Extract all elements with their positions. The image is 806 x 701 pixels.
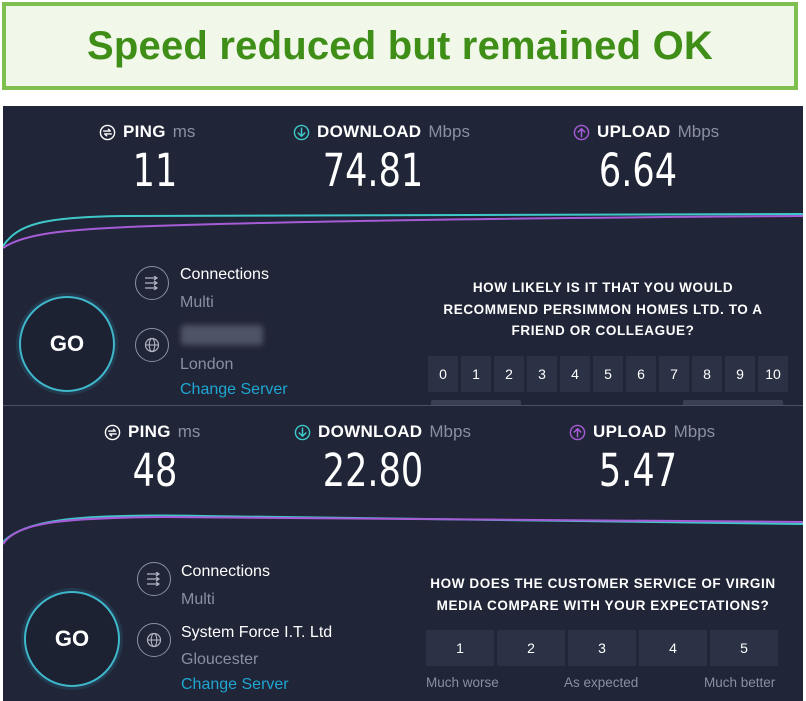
globe-icon bbox=[137, 623, 171, 657]
ping-unit: ms bbox=[177, 422, 201, 441]
rating-option[interactable]: 0 bbox=[428, 356, 458, 392]
go-label: GO bbox=[54, 626, 90, 651]
upload-arrow-icon bbox=[573, 124, 590, 140]
download-metric: DOWNLOAD Mbps bbox=[293, 122, 470, 142]
speedtest-result-london: PING ms 11 DOWNLOAD Mbps 74.81 UPLOAD Mb… bbox=[3, 106, 803, 405]
rating-option[interactable]: 2 bbox=[497, 630, 565, 666]
rating-option[interactable]: 7 bbox=[659, 356, 689, 392]
change-server-link[interactable]: Change Server bbox=[181, 676, 289, 694]
rating-option[interactable]: 3 bbox=[527, 356, 557, 392]
ping-label: PING bbox=[128, 422, 171, 441]
rating-option[interactable]: 4 bbox=[639, 630, 707, 666]
connections-label: Connections bbox=[180, 266, 269, 283]
banner-title: Speed reduced but remained OK bbox=[87, 23, 713, 68]
rating-option[interactable]: 5 bbox=[710, 630, 778, 666]
download-label: DOWNLOAD bbox=[317, 122, 422, 141]
survey-question: HOW DOES THE CUSTOMER SERVICE OF VIRGIN … bbox=[408, 573, 798, 616]
change-server-link[interactable]: Change Server bbox=[180, 381, 288, 399]
globe-icon bbox=[135, 328, 169, 362]
headline-banner: Speed reduced but remained OK bbox=[2, 2, 798, 90]
download-metric: DOWNLOAD Mbps bbox=[294, 422, 471, 442]
server-name: System Force I.T. Ltd bbox=[181, 624, 333, 641]
ping-value: 11 bbox=[132, 144, 178, 197]
upload-value: 5.47 bbox=[598, 444, 678, 497]
connections-label: Connections bbox=[181, 563, 270, 580]
speed-graph bbox=[3, 213, 803, 249]
ping-icon bbox=[99, 124, 116, 140]
speed-graph bbox=[3, 514, 803, 545]
upload-metric: UPLOAD Mbps bbox=[569, 422, 715, 442]
survey-question-line: MEDIA COMPARE WITH YOUR EXPECTATIONS? bbox=[436, 597, 770, 613]
survey-question-line: FRIEND OR COLLEAGUE? bbox=[511, 323, 695, 338]
rating-option[interactable]: 4 bbox=[560, 356, 590, 392]
rating-option[interactable]: 8 bbox=[692, 356, 722, 392]
rating-scale: 0 1 2 3 4 5 6 7 8 9 10 bbox=[428, 356, 788, 392]
connections-value: Multi bbox=[180, 294, 214, 311]
go-label: GO bbox=[49, 331, 85, 356]
scale-caption-high: Much better bbox=[704, 675, 776, 690]
upload-value: 6.64 bbox=[598, 144, 678, 197]
scale-caption-mid: As expected bbox=[564, 675, 639, 690]
server-location: Gloucester bbox=[181, 651, 259, 668]
ping-value: 48 bbox=[132, 444, 178, 497]
ping-label: PING bbox=[123, 122, 166, 141]
survey-question-line: RECOMMEND PERSIMMON HOMES LTD. TO A bbox=[443, 301, 763, 317]
rating-option[interactable]: 5 bbox=[593, 356, 623, 392]
download-label: DOWNLOAD bbox=[318, 422, 423, 441]
rating-option[interactable]: 1 bbox=[461, 356, 491, 392]
rating-option[interactable]: 2 bbox=[494, 356, 524, 392]
redacted-server-name bbox=[181, 325, 263, 345]
speedtest-result-gloucester: PING ms 48 DOWNLOAD Mbps 22.80 UPLOAD Mb… bbox=[3, 405, 803, 701]
download-unit: Mbps bbox=[429, 422, 471, 441]
rating-option[interactable]: 9 bbox=[725, 356, 755, 392]
ping-metric: PING ms bbox=[99, 122, 195, 142]
download-unit: Mbps bbox=[428, 122, 470, 141]
connections-arrows-icon bbox=[135, 266, 169, 300]
rating-option[interactable]: 1 bbox=[426, 630, 494, 666]
scale-caption-low: Much worse bbox=[426, 675, 499, 690]
survey-question-line: HOW DOES THE CUSTOMER SERVICE OF VIRGIN bbox=[430, 576, 776, 591]
upload-metric: UPLOAD Mbps bbox=[573, 122, 719, 142]
rating-option[interactable]: 10 bbox=[758, 356, 788, 392]
connections-value: Multi bbox=[181, 591, 215, 608]
download-arrow-icon bbox=[293, 124, 310, 140]
upload-label: UPLOAD bbox=[593, 422, 667, 441]
ping-unit: ms bbox=[172, 122, 196, 141]
go-button[interactable]: GO bbox=[24, 591, 120, 687]
survey-question: HOW LIKELY IS IT THAT YOU WOULD RECOMMEN… bbox=[423, 277, 783, 342]
connections-arrows-icon bbox=[137, 562, 171, 596]
download-arrow-icon bbox=[294, 424, 311, 440]
ping-icon bbox=[104, 424, 121, 440]
download-value: 74.81 bbox=[322, 144, 424, 197]
upload-arrow-icon bbox=[569, 424, 586, 440]
ping-metric: PING ms bbox=[104, 422, 200, 442]
upload-unit: Mbps bbox=[677, 122, 720, 141]
rating-option[interactable]: 3 bbox=[568, 630, 636, 666]
survey-question-line: HOW LIKELY IS IT THAT YOU WOULD bbox=[472, 280, 734, 295]
server-location: London bbox=[180, 356, 234, 373]
download-value: 22.80 bbox=[322, 444, 424, 497]
upload-unit: Mbps bbox=[673, 422, 716, 441]
rating-scale: 1 2 3 4 5 bbox=[426, 630, 778, 666]
rating-option[interactable]: 6 bbox=[626, 356, 656, 392]
go-button[interactable]: GO bbox=[19, 296, 115, 392]
upload-label: UPLOAD bbox=[597, 122, 671, 141]
